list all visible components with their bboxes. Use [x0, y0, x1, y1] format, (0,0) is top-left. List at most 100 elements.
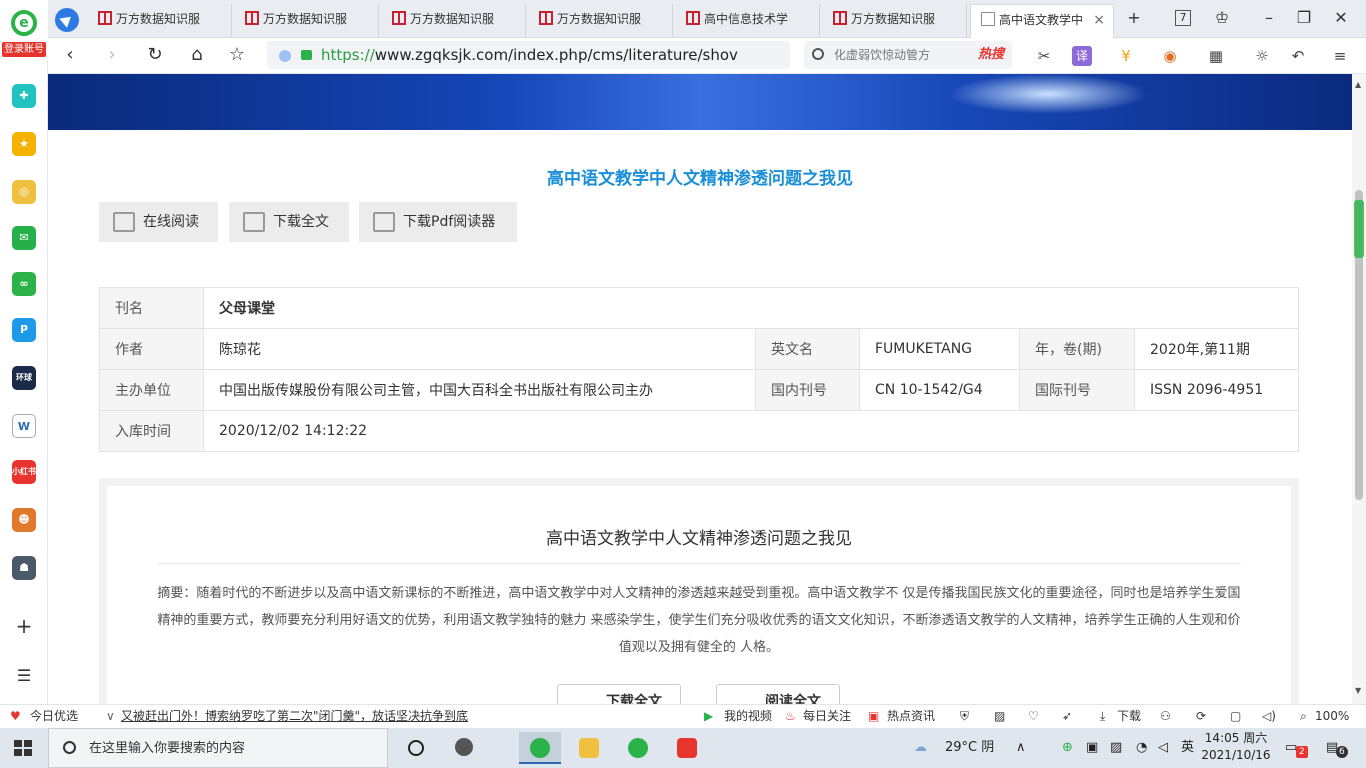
wanfang-favicon-icon: [392, 11, 406, 25]
browser-tab[interactable]: 万方数据知识服: [382, 4, 526, 38]
tab-count-badge[interactable]: 7: [1175, 10, 1191, 26]
image-icon[interactable]: ▨: [994, 705, 1005, 728]
tray-image-icon[interactable]: ▨: [1110, 728, 1122, 768]
refresh-icon[interactable]: ↻: [143, 44, 167, 68]
download-full-button[interactable]: 下载全文: [229, 202, 349, 242]
shield-icon[interactable]: ⛨: [960, 705, 969, 728]
close-window-icon[interactable]: ✕: [1330, 8, 1352, 27]
sidebar-list-icon[interactable]: ☰: [12, 664, 36, 688]
browser-tab[interactable]: 万方数据知识服: [235, 4, 379, 38]
sidebar-link-icon[interactable]: ∞: [12, 272, 36, 296]
sidebar-news-app-icon[interactable]: 环球: [12, 366, 36, 390]
sync-icon[interactable]: ⟳: [1196, 705, 1206, 728]
sidebar-weibo-icon[interactable]: ◎: [12, 180, 36, 204]
sidebar-word-icon[interactable]: W: [12, 414, 36, 438]
zoom-level[interactable]: 100%: [1315, 705, 1349, 728]
minimize-icon[interactable]: –: [1258, 8, 1280, 27]
article-meta-table: 刊名 父母课堂 作者 陈琼花 英文名 FUMUKETANG 年，卷(期) 202…: [99, 287, 1299, 452]
taskbar-search-input[interactable]: 在这里输入你要搜索的内容: [48, 728, 388, 768]
shirt-icon[interactable]: ♔: [1211, 8, 1233, 27]
url-text: www.zgqksjk.com/index.php/cms/literature…: [374, 46, 738, 64]
extension-icon[interactable]: ⚇: [1160, 705, 1171, 728]
back-icon[interactable]: ‹: [58, 44, 82, 68]
search-box[interactable]: 化虚弱饮惊动管方 热搜: [804, 41, 1012, 69]
ime-indicator[interactable]: 英: [1181, 728, 1194, 768]
close-tab-icon[interactable]: ×: [1093, 5, 1105, 35]
tray-app-icon[interactable]: ⊕: [1062, 728, 1073, 768]
scroll-down-icon[interactable]: ▼: [1355, 686, 1361, 695]
maximize-icon[interactable]: ❐: [1293, 8, 1315, 27]
star-icon[interactable]: ☆: [225, 44, 249, 68]
coin-icon[interactable]: ¥: [1116, 46, 1136, 66]
file-explorer-icon[interactable]: [568, 732, 610, 764]
wechat-icon[interactable]: [617, 732, 659, 764]
site-info-icon[interactable]: [279, 50, 291, 62]
sidebar-game2-icon[interactable]: ☗: [12, 556, 36, 580]
browser-taskbar-icon[interactable]: [519, 732, 561, 764]
undo-icon[interactable]: ↶: [1288, 46, 1308, 66]
brightness-icon[interactable]: ☼: [1252, 46, 1272, 66]
sidebar-favorites-icon[interactable]: ★: [12, 132, 36, 156]
chevron-down-icon[interactable]: ∨: [106, 705, 115, 728]
browser-tab[interactable]: 高中信息技术学: [676, 4, 820, 38]
daily-follow-link[interactable]: 每日关注: [803, 705, 851, 728]
browser-tab[interactable]: 万方数据知识服: [88, 4, 232, 38]
sidebar-mail-icon[interactable]: ✉: [12, 226, 36, 250]
sidebar-p-app-icon[interactable]: P: [12, 318, 36, 342]
browser-logo[interactable]: e 登录账号: [0, 0, 48, 60]
tray-briefcase-icon[interactable]: ▣: [1086, 728, 1098, 768]
system-clock[interactable]: 14:05 周六 2021/10/16: [1200, 730, 1272, 764]
download-link[interactable]: 下载: [1117, 705, 1141, 728]
sponsor-label: 主办单位: [99, 369, 204, 411]
weather-text[interactable]: 29°C 阴: [945, 728, 994, 768]
news-ticker-link[interactable]: 又被赶出门外！博索纳罗吃了第二次"闭门羹"，放话坚决抗争到底: [121, 705, 468, 728]
wps-icon[interactable]: [666, 732, 708, 764]
apps-grid-icon[interactable]: ▦: [1206, 46, 1226, 66]
action-center-count-badge: 6: [1336, 746, 1348, 758]
address-bar: ‹ › ↻ ⌂ ☆ https://www.zgqksjk.com/index.…: [48, 38, 1366, 74]
chevron-up-icon[interactable]: ∧: [1016, 728, 1026, 768]
browser-tab[interactable]: 万方数据知识服: [823, 4, 967, 38]
navigation-icon[interactable]: [55, 8, 79, 32]
hot-news-link[interactable]: 热点资讯: [887, 705, 935, 728]
forward-icon[interactable]: ›: [100, 44, 124, 68]
read-online-button[interactable]: 在线阅读: [99, 202, 218, 242]
browser-tab-active[interactable]: 高中语文教学中 ×: [970, 4, 1114, 38]
task-view-icon[interactable]: [444, 732, 486, 764]
daily-picks-link[interactable]: 今日优选: [30, 705, 78, 728]
abstract-download-button[interactable]: 下载全文: [557, 684, 681, 704]
sidebar-add-icon[interactable]: +: [12, 614, 36, 638]
browser-tab[interactable]: 万方数据知识服: [529, 4, 673, 38]
sidebar-redbook-icon[interactable]: 小红书: [12, 460, 36, 484]
windows-start-icon[interactable]: [14, 740, 32, 756]
window-icon[interactable]: ▢: [1230, 705, 1241, 728]
cortana-icon[interactable]: [395, 732, 437, 764]
game-icon[interactable]: ◉: [1160, 46, 1180, 66]
download-icon[interactable]: ⤓: [1100, 705, 1105, 728]
scissors-icon[interactable]: ✂: [1034, 46, 1054, 66]
my-video-link[interactable]: 我的视频: [724, 705, 772, 728]
scroll-up-icon[interactable]: ▲: [1355, 80, 1361, 89]
sidebar-plus-app-icon[interactable]: ✚: [12, 84, 36, 108]
page-favicon-icon: [981, 12, 995, 26]
sidebar-game1-icon[interactable]: ☻: [12, 508, 36, 532]
abstract-read-button[interactable]: 阅读全文: [716, 684, 840, 704]
login-badge[interactable]: 登录账号: [2, 42, 46, 57]
pdf-icon: [373, 212, 395, 232]
issn-label: 国际刊号: [1019, 369, 1135, 411]
hot-search-badge[interactable]: 热搜: [978, 41, 1004, 69]
translate-icon[interactable]: 译: [1072, 46, 1092, 66]
speaker-icon[interactable]: ◁: [1158, 728, 1168, 768]
zoom-icon[interactable]: ⌕: [1300, 705, 1307, 728]
download-pdf-reader-button[interactable]: 下载Pdf阅读器: [359, 202, 517, 242]
rocket-icon[interactable]: ➶: [1062, 705, 1072, 728]
menu-icon[interactable]: ≡: [1330, 46, 1350, 66]
new-tab-icon[interactable]: +: [1123, 8, 1145, 27]
wifi-icon[interactable]: ◔: [1136, 728, 1147, 768]
url-field[interactable]: https://www.zgqksjk.com/index.php/cms/li…: [267, 41, 790, 69]
home-icon[interactable]: ⌂: [185, 44, 209, 68]
volume-icon[interactable]: ◁): [1262, 705, 1276, 728]
page-scrollbar[interactable]: ▲ ▼: [1352, 74, 1366, 704]
health-icon[interactable]: ♡: [1028, 705, 1039, 728]
abstract-text: 摘要：随着时代的不断进步以及高中语文新课标的不断推进，高中语文教学中对人文精神的…: [157, 586, 1241, 655]
